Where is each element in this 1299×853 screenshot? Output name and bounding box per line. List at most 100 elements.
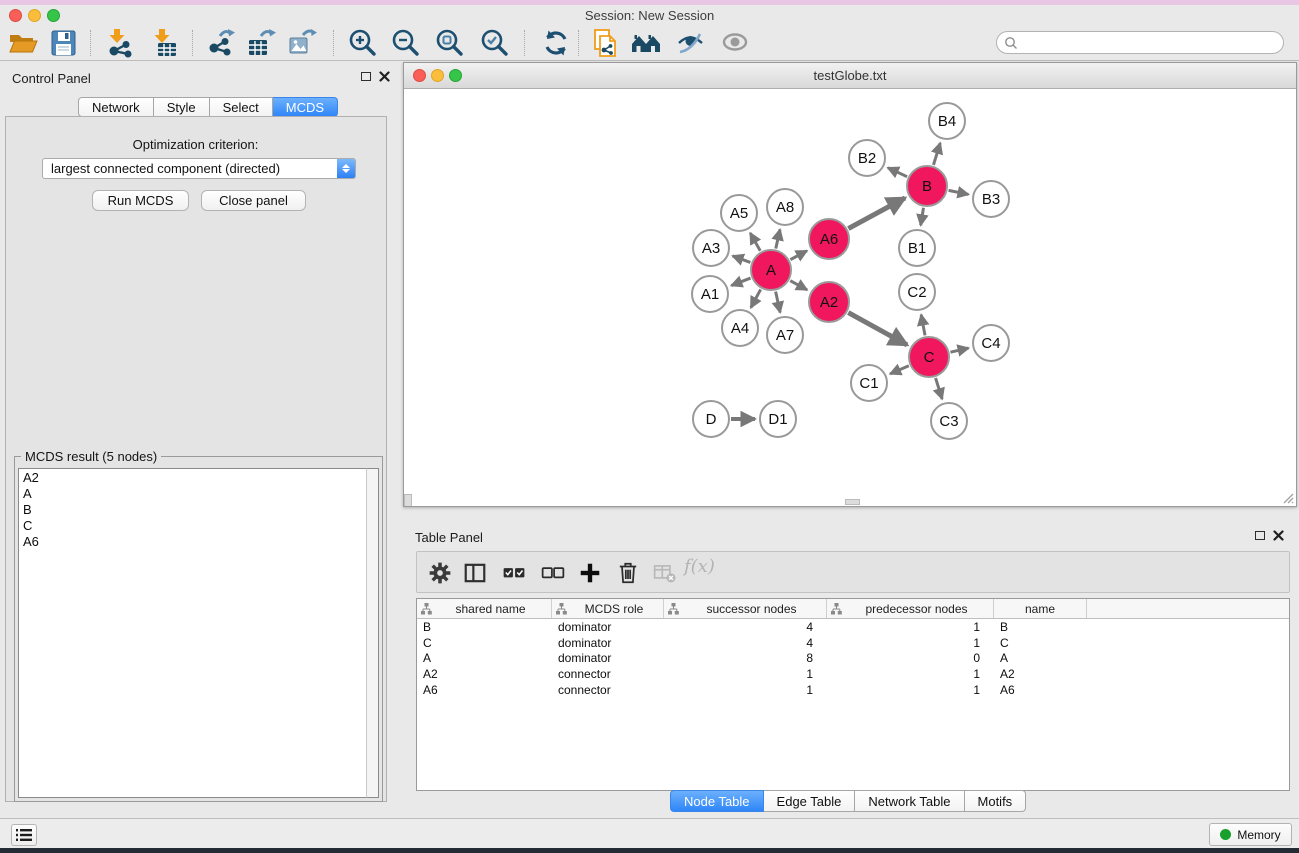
export-network-icon[interactable] [206,28,236,58]
graph-edge-A-A6[interactable] [790,251,807,260]
table-settings-gear-icon[interactable] [428,561,452,585]
graph-edge-A-A3[interactable] [733,256,751,263]
graph-edge-A-A2[interactable] [790,281,807,290]
graph-edge-A-A5[interactable] [750,233,760,251]
graph-node-C[interactable]: C [908,336,950,378]
result-item[interactable]: B [19,501,366,517]
import-table-icon[interactable] [150,28,180,58]
import-network-icon[interactable] [105,28,135,58]
column-header-MCDS-role[interactable]: MCDS role [552,599,664,618]
table-row[interactable]: A6connector11A6 [417,682,1289,698]
save-session-icon[interactable] [48,28,78,58]
graph-node-D[interactable]: D [692,400,730,438]
result-item[interactable]: A2 [19,469,366,485]
graph-node-C1[interactable]: C1 [850,364,888,402]
task-history-button[interactable] [11,824,37,846]
graph-node-B1[interactable]: B1 [898,229,936,267]
graph-edge-B-B3[interactable] [949,190,969,194]
memory-button[interactable]: Memory [1209,823,1292,846]
column-header-predecessor-nodes[interactable]: predecessor nodes [827,599,994,618]
network-close-button[interactable] [413,69,426,82]
tab-style[interactable]: Style [154,97,210,117]
refresh-view-icon[interactable] [541,28,571,58]
graph-node-A3[interactable]: A3 [692,229,730,267]
zoom-fit-icon[interactable] [434,28,464,58]
graph-node-A8[interactable]: A8 [766,188,804,226]
tab-mcds[interactable]: MCDS [273,97,338,117]
zoom-selected-icon[interactable] [479,28,509,58]
graph-edge-A6-B[interactable] [848,198,905,229]
zoom-window-button[interactable] [47,9,60,22]
unselect-all-columns-icon[interactable] [541,561,565,585]
tab-network[interactable]: Network [78,97,154,117]
graph-node-A2[interactable]: A2 [808,281,850,323]
graph-node-B4[interactable]: B4 [928,102,966,140]
table-row[interactable]: Cdominator41C [417,635,1289,651]
column-header-name[interactable]: name [994,599,1087,618]
network-vertical-scrollbar[interactable] [404,494,412,506]
network-canvas[interactable]: B4B2BB3B1A5A8A6A3AA1C2A2A4A7C4CC1C3DD1 [404,89,1296,506]
close-panel-icon[interactable] [379,71,390,82]
close-panel-button[interactable]: Close panel [201,190,306,211]
column-header-successor-nodes[interactable]: successor nodes [664,599,827,618]
graph-edge-B-B1[interactable] [921,208,924,226]
graph-node-D1[interactable]: D1 [759,400,797,438]
graph-node-A1[interactable]: A1 [691,275,729,313]
graph-node-A6[interactable]: A6 [808,218,850,260]
zoom-in-icon[interactable] [347,28,377,58]
graph-node-C4[interactable]: C4 [972,324,1010,362]
close-window-button[interactable] [9,9,22,22]
graph-edge-A-A4[interactable] [751,289,761,307]
graph-edge-C-C3[interactable] [936,378,943,399]
new-network-from-file-icon[interactable] [592,28,622,58]
graph-node-A5[interactable]: A5 [720,194,758,232]
tab-edge-table[interactable]: Edge Table [764,790,856,812]
float-panel-icon[interactable] [361,72,371,81]
select-all-columns-icon[interactable] [502,561,526,585]
export-image-icon[interactable] [287,28,317,58]
hide-labels-icon[interactable] [676,28,706,58]
result-item[interactable]: A [19,485,366,501]
create-column-plus-icon[interactable] [578,561,602,585]
show-column-icon[interactable] [463,561,487,585]
network-horizontal-scrollbar[interactable] [845,499,860,505]
network-minimize-button[interactable] [431,69,444,82]
graph-edge-C-C1[interactable] [890,366,909,374]
table-row[interactable]: Bdominator41B [417,619,1289,635]
graph-node-B[interactable]: B [906,165,948,207]
graph-edge-A2-C[interactable] [848,313,907,345]
table-row[interactable]: A2connector11A2 [417,666,1289,682]
tab-node-table[interactable]: Node Table [670,790,764,812]
graph-edge-C-C4[interactable] [950,348,968,352]
graph-edge-A-A7[interactable] [776,292,781,313]
graph-node-A[interactable]: A [750,249,792,291]
export-table-icon[interactable] [246,28,276,58]
zoom-out-icon[interactable] [390,28,420,58]
resize-grip-icon[interactable] [1282,493,1294,504]
network-zoom-button[interactable] [449,69,462,82]
search-input[interactable] [1019,32,1283,53]
table-row[interactable]: Adominator80A [417,651,1289,667]
tab-motifs[interactable]: Motifs [965,790,1027,812]
minimize-window-button[interactable] [28,9,41,22]
graph-node-B3[interactable]: B3 [972,180,1010,218]
graph-node-C2[interactable]: C2 [898,273,936,311]
graph-edge-B-B2[interactable] [888,168,907,177]
tab-select[interactable]: Select [210,97,273,117]
show-graphics-icon[interactable] [720,28,750,58]
result-item[interactable]: A6 [19,533,366,549]
open-session-icon[interactable] [8,28,38,58]
home-icon[interactable] [631,28,661,58]
graph-edge-A-A8[interactable] [776,229,780,248]
graph-node-C3[interactable]: C3 [930,402,968,440]
column-header-shared-name[interactable]: shared name [417,599,552,618]
criterion-dropdown[interactable]: largest connected component (directed) [42,158,356,179]
graph-node-A4[interactable]: A4 [721,309,759,347]
run-mcds-button[interactable]: Run MCDS [92,190,189,211]
graph-edge-C-C2[interactable] [921,315,925,336]
delete-column-trash-icon[interactable] [616,561,640,585]
graph-node-A7[interactable]: A7 [766,316,804,354]
graph-edge-B-B4[interactable] [933,143,940,165]
result-scrollbar[interactable] [366,468,379,798]
graph-edge-A-A1[interactable] [731,278,750,286]
